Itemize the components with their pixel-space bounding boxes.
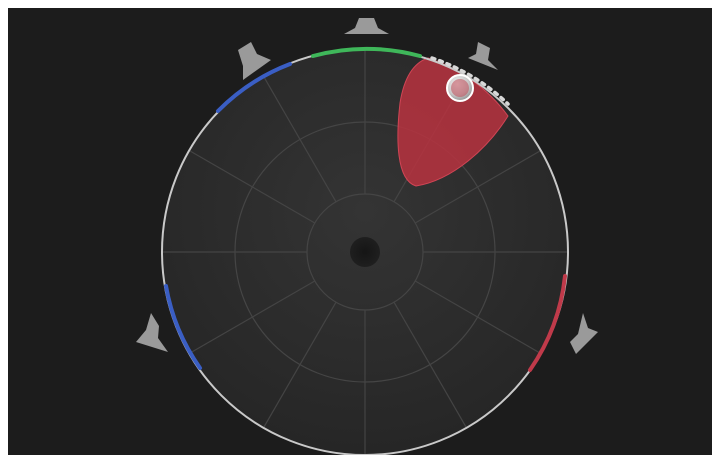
speaker-left-surround[interactable] xyxy=(136,313,168,352)
speaker-center[interactable] xyxy=(344,18,389,34)
speaker-left-surround-icon xyxy=(136,313,168,352)
speaker-center-icon xyxy=(344,18,389,34)
center-hub xyxy=(350,237,380,267)
speaker-right-front-icon xyxy=(468,42,498,70)
pan-puck[interactable] xyxy=(446,74,474,102)
surround-panner-panel xyxy=(8,8,712,455)
speaker-right-surround[interactable] xyxy=(570,313,598,354)
surround-panner[interactable] xyxy=(8,8,712,455)
speaker-right-surround-icon xyxy=(570,313,598,354)
speaker-right-front[interactable] xyxy=(468,42,498,70)
